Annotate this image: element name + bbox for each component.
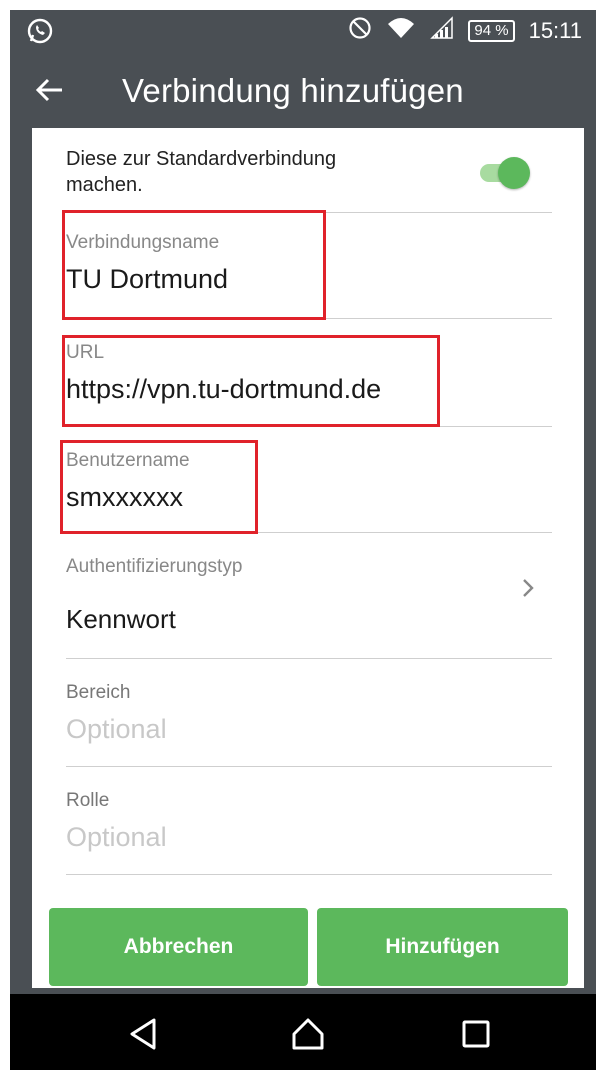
form-card: Diese zur Standardverbindung machen. Ver…	[32, 128, 584, 988]
username-highlight-box	[60, 440, 258, 534]
role-label: Rolle	[66, 790, 110, 811]
left-frame	[0, 0, 10, 1070]
role-field[interactable]: Rolle Optional	[66, 766, 552, 875]
auth-type-field[interactable]: Authentifizierungstyp Kennwort	[66, 532, 552, 659]
battery-indicator: 94 %	[468, 20, 515, 42]
chevron-right-icon	[518, 576, 538, 600]
url-highlight-box	[62, 335, 440, 427]
realm-label: Bereich	[66, 682, 131, 703]
page-title: Verbindung hinzufügen	[122, 72, 464, 109]
default-connection-row[interactable]: Diese zur Standardverbindung machen.	[66, 140, 552, 213]
auth-type-label: Authentifizierungstyp	[66, 556, 243, 577]
toggle-thumb	[498, 157, 530, 189]
add-button[interactable]: Hinzufügen	[317, 908, 568, 986]
back-arrow-icon[interactable]	[32, 72, 68, 108]
signal-icon	[430, 16, 454, 46]
auth-type-value: Kennwort	[66, 604, 176, 634]
whatsapp-icon	[26, 17, 54, 50]
home-icon[interactable]	[288, 1014, 328, 1054]
cancel-button[interactable]: Abbrechen	[49, 908, 308, 986]
default-connection-label: Diese zur Standardverbindung machen.	[66, 148, 337, 196]
realm-field[interactable]: Bereich Optional	[66, 658, 552, 767]
do-not-disturb-icon	[348, 16, 372, 46]
recent-apps-icon[interactable]	[456, 1014, 496, 1054]
navigation-bar	[10, 994, 596, 1070]
status-bar: 94 % 15:11	[10, 10, 596, 52]
back-triangle-icon[interactable]	[124, 1014, 164, 1054]
default-connection-toggle[interactable]	[476, 156, 530, 190]
wifi-icon	[386, 16, 416, 46]
clock-time: 15:11	[528, 18, 582, 43]
connection-name-highlight-box	[62, 210, 326, 320]
app-bar: Verbindung hinzufügen	[10, 52, 596, 130]
role-input[interactable]: Optional	[66, 822, 167, 853]
realm-input[interactable]: Optional	[66, 714, 167, 745]
right-frame	[596, 0, 606, 1070]
